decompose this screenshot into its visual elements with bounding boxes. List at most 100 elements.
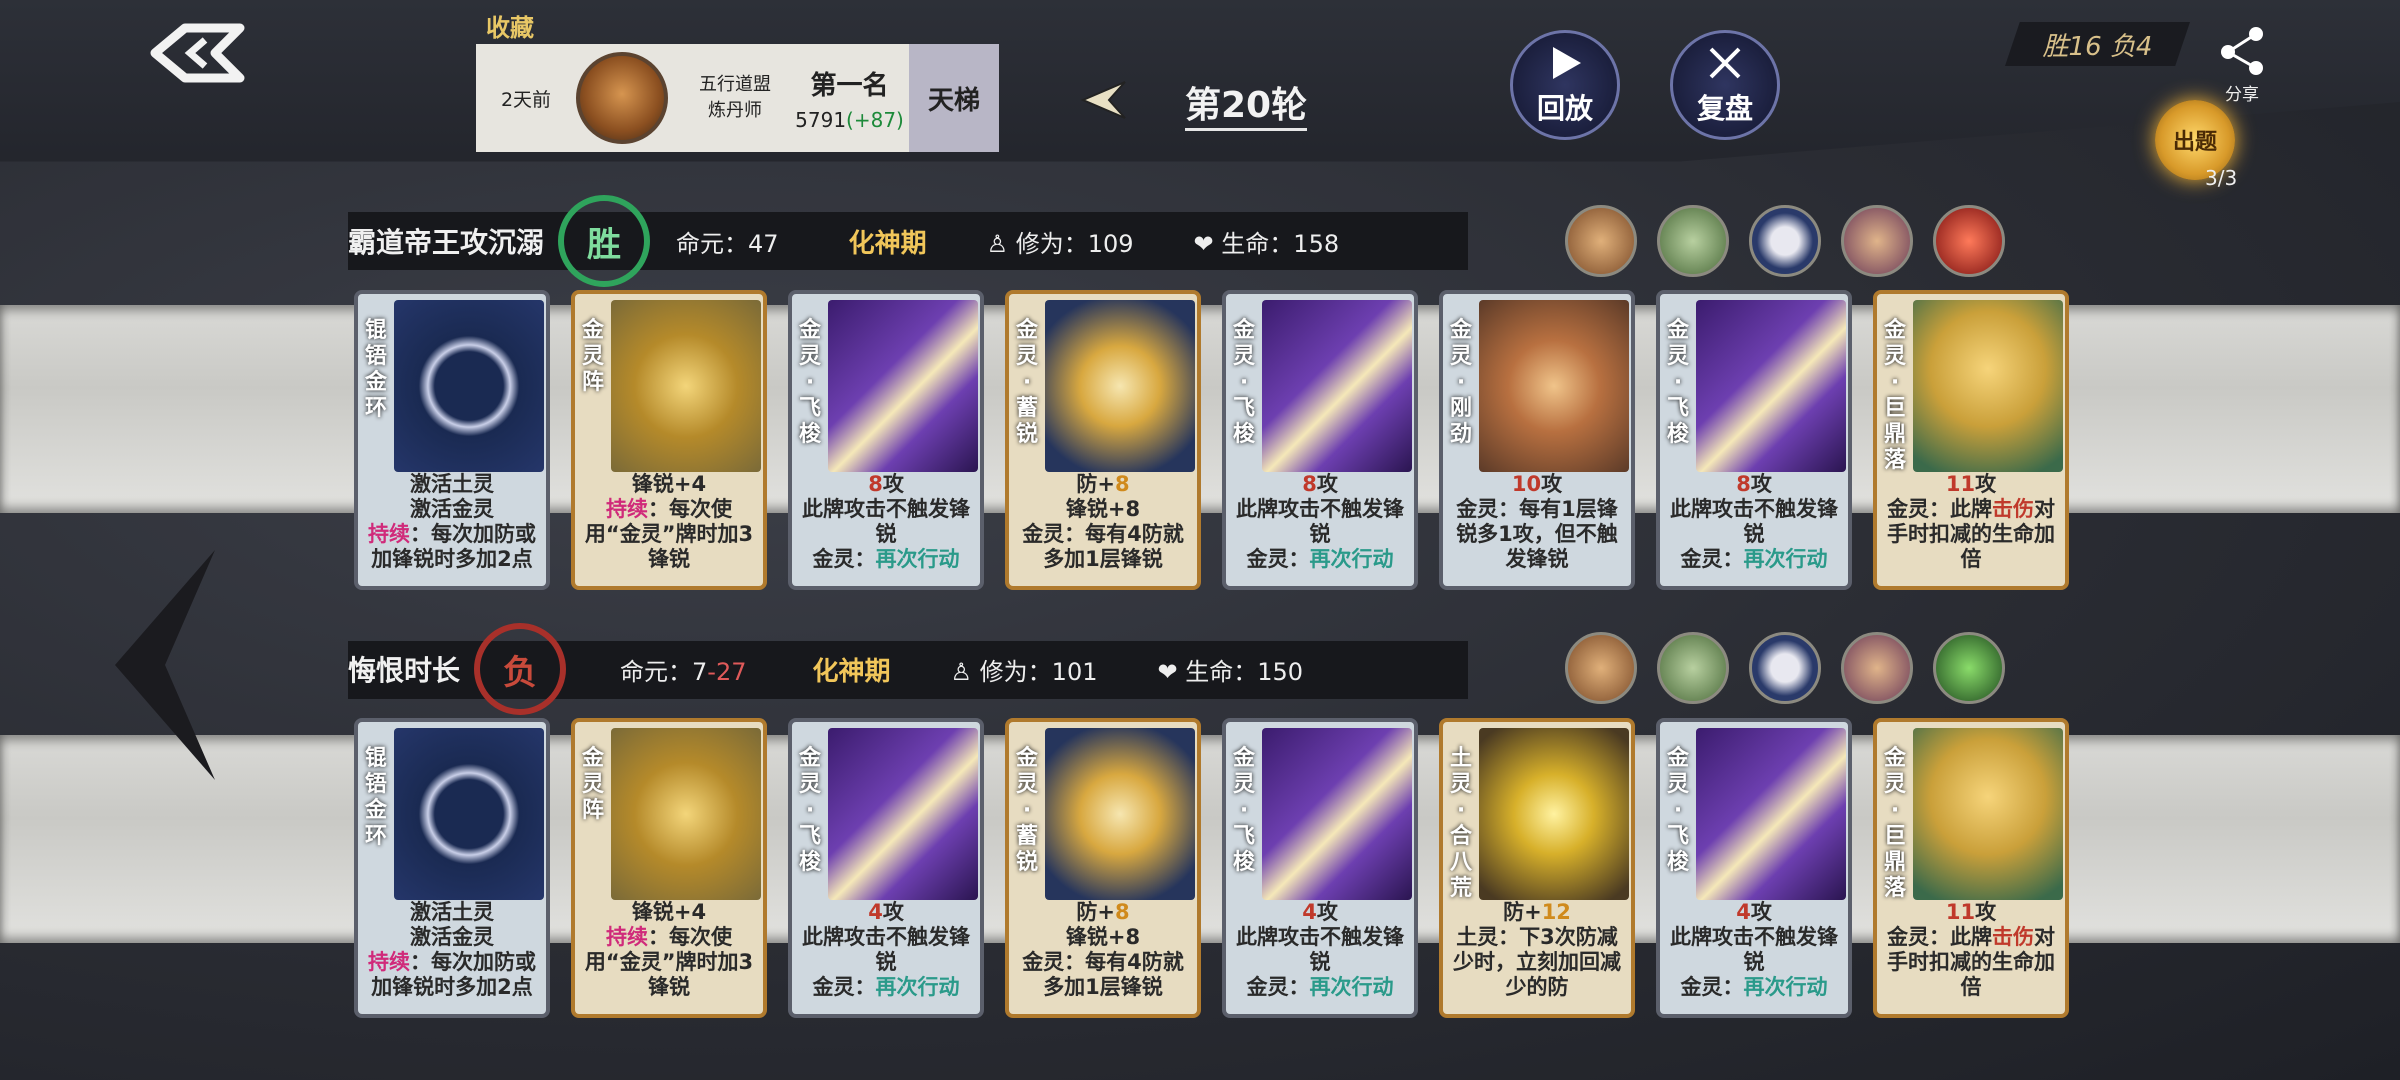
desc-line: 激活金灵 — [410, 925, 494, 949]
desc-text: 金灵：此牌 — [1887, 497, 1992, 521]
keyword-hit: 击伤 — [1992, 497, 2034, 521]
card-name: 金灵·蓄锐 — [1015, 318, 1038, 447]
ring-icon[interactable] — [1749, 632, 1821, 704]
attack-line: 8攻 — [1666, 472, 1842, 497]
cult-label: 修为： — [979, 657, 1052, 686]
card-name: 土灵·合八荒 — [1449, 746, 1472, 901]
skill-card[interactable]: 金灵·飞梭 8攻 此牌攻击不触发锋锐 金灵：再次行动 — [1222, 290, 1418, 590]
frog-portrait-icon[interactable] — [1657, 632, 1729, 704]
card-description: 11攻 金灵：此牌击伤对手时扣减的生命加倍 — [1883, 472, 2059, 572]
skill-card[interactable]: 金灵·飞梭 4攻 此牌攻击不触发锋锐 金灵：再次行动 — [1656, 718, 1852, 1018]
skill-card[interactable]: 金灵·飞梭 8攻 此牌攻击不触发锋锐 金灵：再次行动 — [788, 290, 984, 590]
blade-card-art-icon — [828, 728, 978, 900]
blade-card-art-icon — [1696, 300, 1846, 472]
skill-card[interactable]: 土灵·合八荒 防+12 土灵：下3次防减少时，立刻加回减少的防 — [1439, 718, 1635, 1018]
player2-hp: ❤ 生命：150 — [1157, 657, 1304, 686]
skill-card[interactable]: 金灵·巨鼎落 11攻 金灵：此牌击伤对手时扣减的生命加倍 — [1873, 718, 2069, 1018]
frog-portrait-icon[interactable] — [1657, 205, 1729, 277]
back-arrow-icon[interactable] — [145, 20, 245, 86]
desc-line: 此牌攻击不触发锋锐 — [802, 497, 970, 546]
replay-button[interactable]: 回放 — [1510, 30, 1620, 140]
attack-value: 4 — [868, 900, 883, 924]
keyword-again: 再次行动 — [1309, 975, 1394, 999]
desc-line: 金灵：每有1层锋锐多1攻，但不触发锋锐 — [1456, 497, 1618, 571]
desc-text: 金灵： — [1680, 547, 1744, 571]
card-name: 金灵·巨鼎落 — [1883, 318, 1906, 473]
favorite-label[interactable]: 收藏 — [486, 8, 534, 43]
skill-card[interactable]: 金灵·蓄锐 防+8 锋锐+8 金灵：每有4防就多加1层锋锐 — [1005, 290, 1201, 590]
previous-page-arrow-icon[interactable] — [95, 540, 245, 790]
card-description: 锋锐+4 持续：每次使用“金灵”牌时加3锋锐 — [581, 472, 757, 572]
keyword-again: 再次行动 — [1743, 975, 1828, 999]
tiger-portrait-icon[interactable] — [1565, 205, 1637, 277]
desc-text: 金灵： — [812, 547, 876, 571]
previous-round-icon[interactable] — [1075, 78, 1129, 122]
cult-value: 109 — [1087, 229, 1134, 258]
skill-card[interactable]: 锟铻金环 激活土灵 激活金灵 持续：每次加防或加锋锐时多加2点 — [354, 290, 550, 590]
attack-unit: 攻 — [1316, 472, 1338, 496]
defense-value: 8 — [1114, 472, 1130, 496]
card-name: 金灵·飞梭 — [1232, 746, 1255, 875]
tiger-warrior-icon[interactable] — [1841, 632, 1913, 704]
player2-realm: 化神期 — [812, 656, 891, 687]
desc-line: 持续：每次使用“金灵”牌时加3锋锐 — [581, 925, 757, 1000]
round-title[interactable]: 第20轮 — [1185, 76, 1308, 131]
keyword-again: 再次行动 — [875, 547, 960, 571]
hp-value: 158 — [1293, 229, 1340, 258]
skill-card[interactable]: 金灵阵 锋锐+4 持续：每次使用“金灵”牌时加3锋锐 — [571, 718, 767, 1018]
skill-card[interactable]: 金灵阵 锋锐+4 持续：每次使用“金灵”牌时加3锋锐 — [571, 290, 767, 590]
fort-card-art-icon — [1913, 300, 2063, 472]
desc-line: 此牌攻击不触发锋锐 — [1670, 497, 1838, 546]
fire-burst-icon[interactable] — [1933, 205, 2005, 277]
card-name: 锟铻金环 — [364, 746, 387, 849]
rank-text: 第一名 — [810, 70, 889, 101]
skill-card[interactable]: 金灵·飞梭 8攻 此牌攻击不触发锋锐 金灵：再次行动 — [1656, 290, 1852, 590]
card-name: 金灵·蓄锐 — [1015, 746, 1038, 875]
life-label: 命元： — [620, 657, 693, 686]
record-time: 2天前 — [500, 88, 552, 111]
attack-unit: 攻 — [1316, 900, 1338, 924]
attack-unit: 攻 — [1541, 472, 1563, 496]
mode-ladder[interactable]: 天梯 — [909, 44, 999, 152]
skill-card[interactable]: 金灵·巨鼎落 11攻 金灵：此牌击伤对手时扣减的生命加倍 — [1873, 290, 2069, 590]
tiger-warrior-icon[interactable] — [1841, 205, 1913, 277]
match-record: 2天前 五行道盟 炼丹师 第一名 5791(+87) — [476, 44, 909, 152]
card-name: 金灵·飞梭 — [798, 318, 821, 447]
desc-text: 金灵： — [1246, 975, 1310, 999]
desc-line: 金灵：再次行动 — [1232, 547, 1408, 572]
earth-guard-icon[interactable] — [1933, 632, 2005, 704]
attack-value: 4 — [1302, 900, 1317, 924]
desc-text: 金灵： — [1246, 547, 1310, 571]
skill-card[interactable]: 金灵·刚劲 10攻 金灵：每有1层锋锐多1攻，但不触发锋锐 — [1439, 290, 1635, 590]
desc-line: 金灵：再次行动 — [798, 975, 974, 1000]
skill-card[interactable]: 锟铻金环 激活土灵 激活金灵 持续：每次加防或加锋锐时多加2点 — [354, 718, 550, 1018]
skill-card[interactable]: 金灵·飞梭 4攻 此牌攻击不触发锋锐 金灵：再次行动 — [1222, 718, 1418, 1018]
card-description: 4攻 此牌攻击不触发锋锐 金灵：再次行动 — [1666, 900, 1842, 1000]
ring-card-art-icon — [394, 728, 544, 900]
attack-unit: 攻 — [1750, 472, 1772, 496]
life-value: 7 — [692, 657, 708, 686]
share-label: 分享 — [2225, 85, 2259, 105]
attack-value: 11 — [1945, 472, 1976, 496]
skill-card[interactable]: 金灵·飞梭 4攻 此牌攻击不触发锋锐 金灵：再次行动 — [788, 718, 984, 1018]
desc-line: 金灵：再次行动 — [798, 547, 974, 572]
skill-card[interactable]: 金灵·蓄锐 防+8 锋锐+8 金灵：每有4防就多加1层锋锐 — [1005, 718, 1201, 1018]
tiger-portrait-icon[interactable] — [1565, 632, 1637, 704]
attack-unit: 攻 — [1750, 900, 1772, 924]
attack-unit: 攻 — [882, 472, 904, 496]
life-value: 47 — [748, 229, 779, 258]
review-button[interactable]: 复盘 — [1670, 30, 1780, 140]
desc-line: 金灵：每有4防就多加1层锋锐 — [1022, 522, 1184, 571]
ring-icon[interactable] — [1749, 205, 1821, 277]
defense-line: 防+8 — [1015, 472, 1191, 497]
player1-name: 霸道帝王攻沉溺 — [348, 226, 545, 259]
share-button[interactable]: 分享 — [2210, 24, 2274, 105]
attack-value: 11 — [1945, 900, 1976, 924]
desc-line: 持续：每次加防或加锋锐时多加2点 — [364, 522, 540, 572]
blade-card-art-icon — [1262, 300, 1412, 472]
player1-cards: 锟铻金环 激活土灵 激活金灵 持续：每次加防或加锋锐时多加2点 金灵阵 锋锐+4 持续：每次… — [354, 290, 2069, 590]
record-guild: 五行道盟 炼丹师 — [680, 72, 790, 124]
player1-cultivation: ♙ 修为：109 — [986, 229, 1134, 258]
keyword-persist: 持续 — [606, 925, 648, 949]
defense-line: 防+8 — [1015, 900, 1191, 925]
